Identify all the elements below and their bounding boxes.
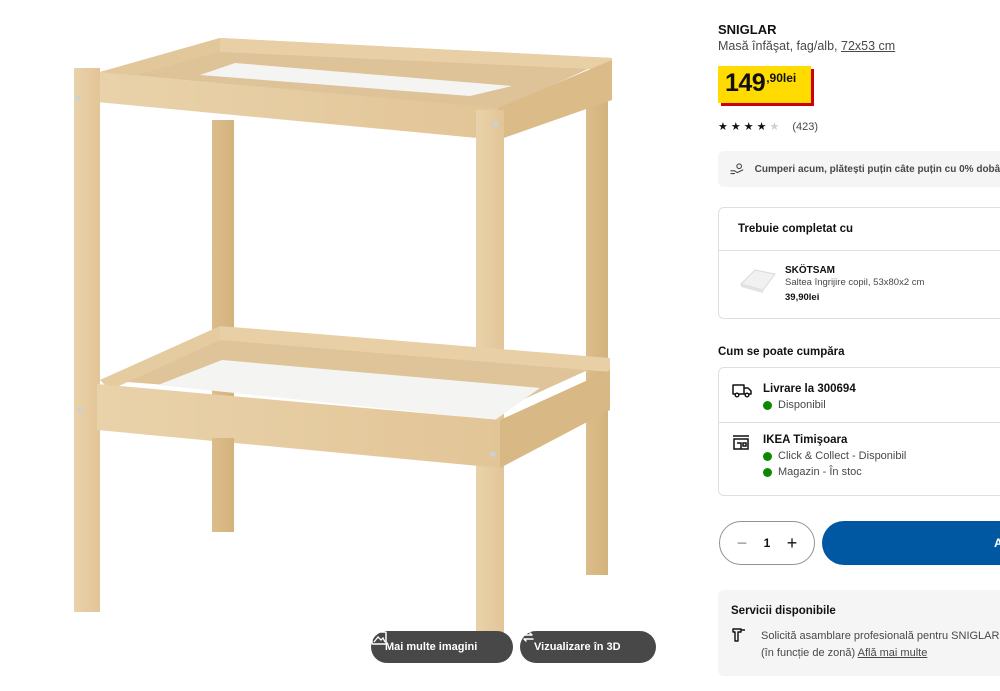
more-images-button[interactable]: Mai multe imagini (371, 631, 513, 663)
product-description: Masă înfăşat, fag/alb, 72x53 cm (718, 39, 895, 53)
product-description-text: Masă înfăşat, fag/alb, (718, 39, 841, 53)
addon-price: 39,90lei (785, 292, 820, 303)
addon-description: Saltea îngrijire copil, 53x80x2 cm (785, 277, 925, 288)
changing-table-illustration (74, 38, 612, 634)
how-to-buy-title: Cum se poate cumpăra (718, 346, 845, 358)
delivery-truck-icon (732, 384, 752, 398)
quantity-stepper[interactable]: − 1 + (719, 521, 815, 565)
price-integer: 149 (725, 69, 766, 97)
star-icon: ★ (756, 121, 767, 133)
delivery-status-text: Disponibil (778, 399, 826, 411)
rating[interactable]: ★ ★ ★ ★ ★ (423) (718, 121, 818, 133)
status-dot (763, 467, 772, 477)
mattress-thumbnail[interactable] (739, 266, 777, 294)
star-icon: ★ (730, 121, 741, 133)
add-to-cart-label: Ad (994, 536, 1000, 550)
assembly-tool-icon (732, 628, 745, 642)
installments-banner[interactable]: Cumperi acum, plătești puțin câte puțin … (718, 151, 1000, 187)
product-info-panel: SNIGLAR Masă înfăşat, fag/alb, 72x53 cm … (718, 0, 1000, 691)
add-to-cart-button[interactable]: Ad (822, 521, 1000, 565)
status-dot (763, 451, 772, 461)
view-3d-label: Vizualizare în 3D (534, 641, 621, 653)
services-title: Servicii disponibile (731, 605, 836, 617)
services-line1: Solicită asamblare profesională pentru S… (761, 630, 1000, 642)
click-collect-text: Click & Collect - Disponibil (778, 450, 907, 462)
delivery-status: Disponibil (763, 399, 826, 411)
hand-coin-icon (730, 163, 744, 175)
store-icon (733, 435, 749, 450)
services-text: Solicită asamblare profesională pentru S… (761, 628, 999, 662)
increase-quantity-button[interactable]: + (780, 531, 804, 555)
product-dimensions-link[interactable]: 72x53 cm (841, 39, 895, 53)
rotate-3d-icon (522, 632, 534, 642)
delivery-title[interactable]: Livrare la 300694 (763, 383, 856, 395)
services-line2-text: (în funcție de zonă) (761, 647, 858, 659)
divider (719, 250, 1000, 251)
price-decimal: ,90lei (766, 71, 797, 85)
status-dot (763, 400, 772, 410)
store-stock-text: Magazin - În stoc (778, 466, 862, 478)
complete-with-title: Trebuie completat cu (738, 223, 854, 235)
learn-more-link[interactable]: Află mai multe (858, 647, 928, 659)
installments-text: Cumperi acum, plătești puțin câte puțin … (754, 163, 1000, 175)
divider (719, 422, 1000, 423)
addon-name[interactable]: SKÖTSAM (785, 265, 835, 276)
decrease-quantity-button[interactable]: − (730, 531, 754, 555)
more-images-label: Mai multe imagini (385, 641, 478, 653)
services-box: Servicii disponibile Solicită asamblare … (718, 590, 1000, 676)
product-image[interactable]: Mai multe imagini Vizualizare în 3D (0, 0, 700, 691)
quantity-value: 1 (763, 536, 771, 550)
price-tag: 149 ,90lei (718, 66, 811, 103)
store-title[interactable]: IKEA Timişoara (763, 434, 847, 446)
gallery-icon (371, 631, 387, 645)
store-stock-status: Magazin - În stoc (763, 466, 862, 478)
rating-count: (423) (792, 121, 819, 133)
complete-with-box: Trebuie completat cu SKÖTSAM Saltea îngr… (718, 207, 1000, 319)
star-empty-icon: ★ (769, 121, 780, 133)
click-collect-status: Click & Collect - Disponibil (763, 450, 906, 462)
availability-box: Livrare la 300694 Disponibil IKEA Timişo… (718, 367, 1000, 496)
star-icon: ★ (743, 121, 754, 133)
view-3d-button[interactable]: Vizualizare în 3D (520, 631, 656, 663)
star-icon: ★ (718, 121, 728, 133)
services-line2: (în funcție de zonă) Află mai multe (761, 645, 999, 662)
product-name: SNIGLAR (718, 22, 777, 37)
